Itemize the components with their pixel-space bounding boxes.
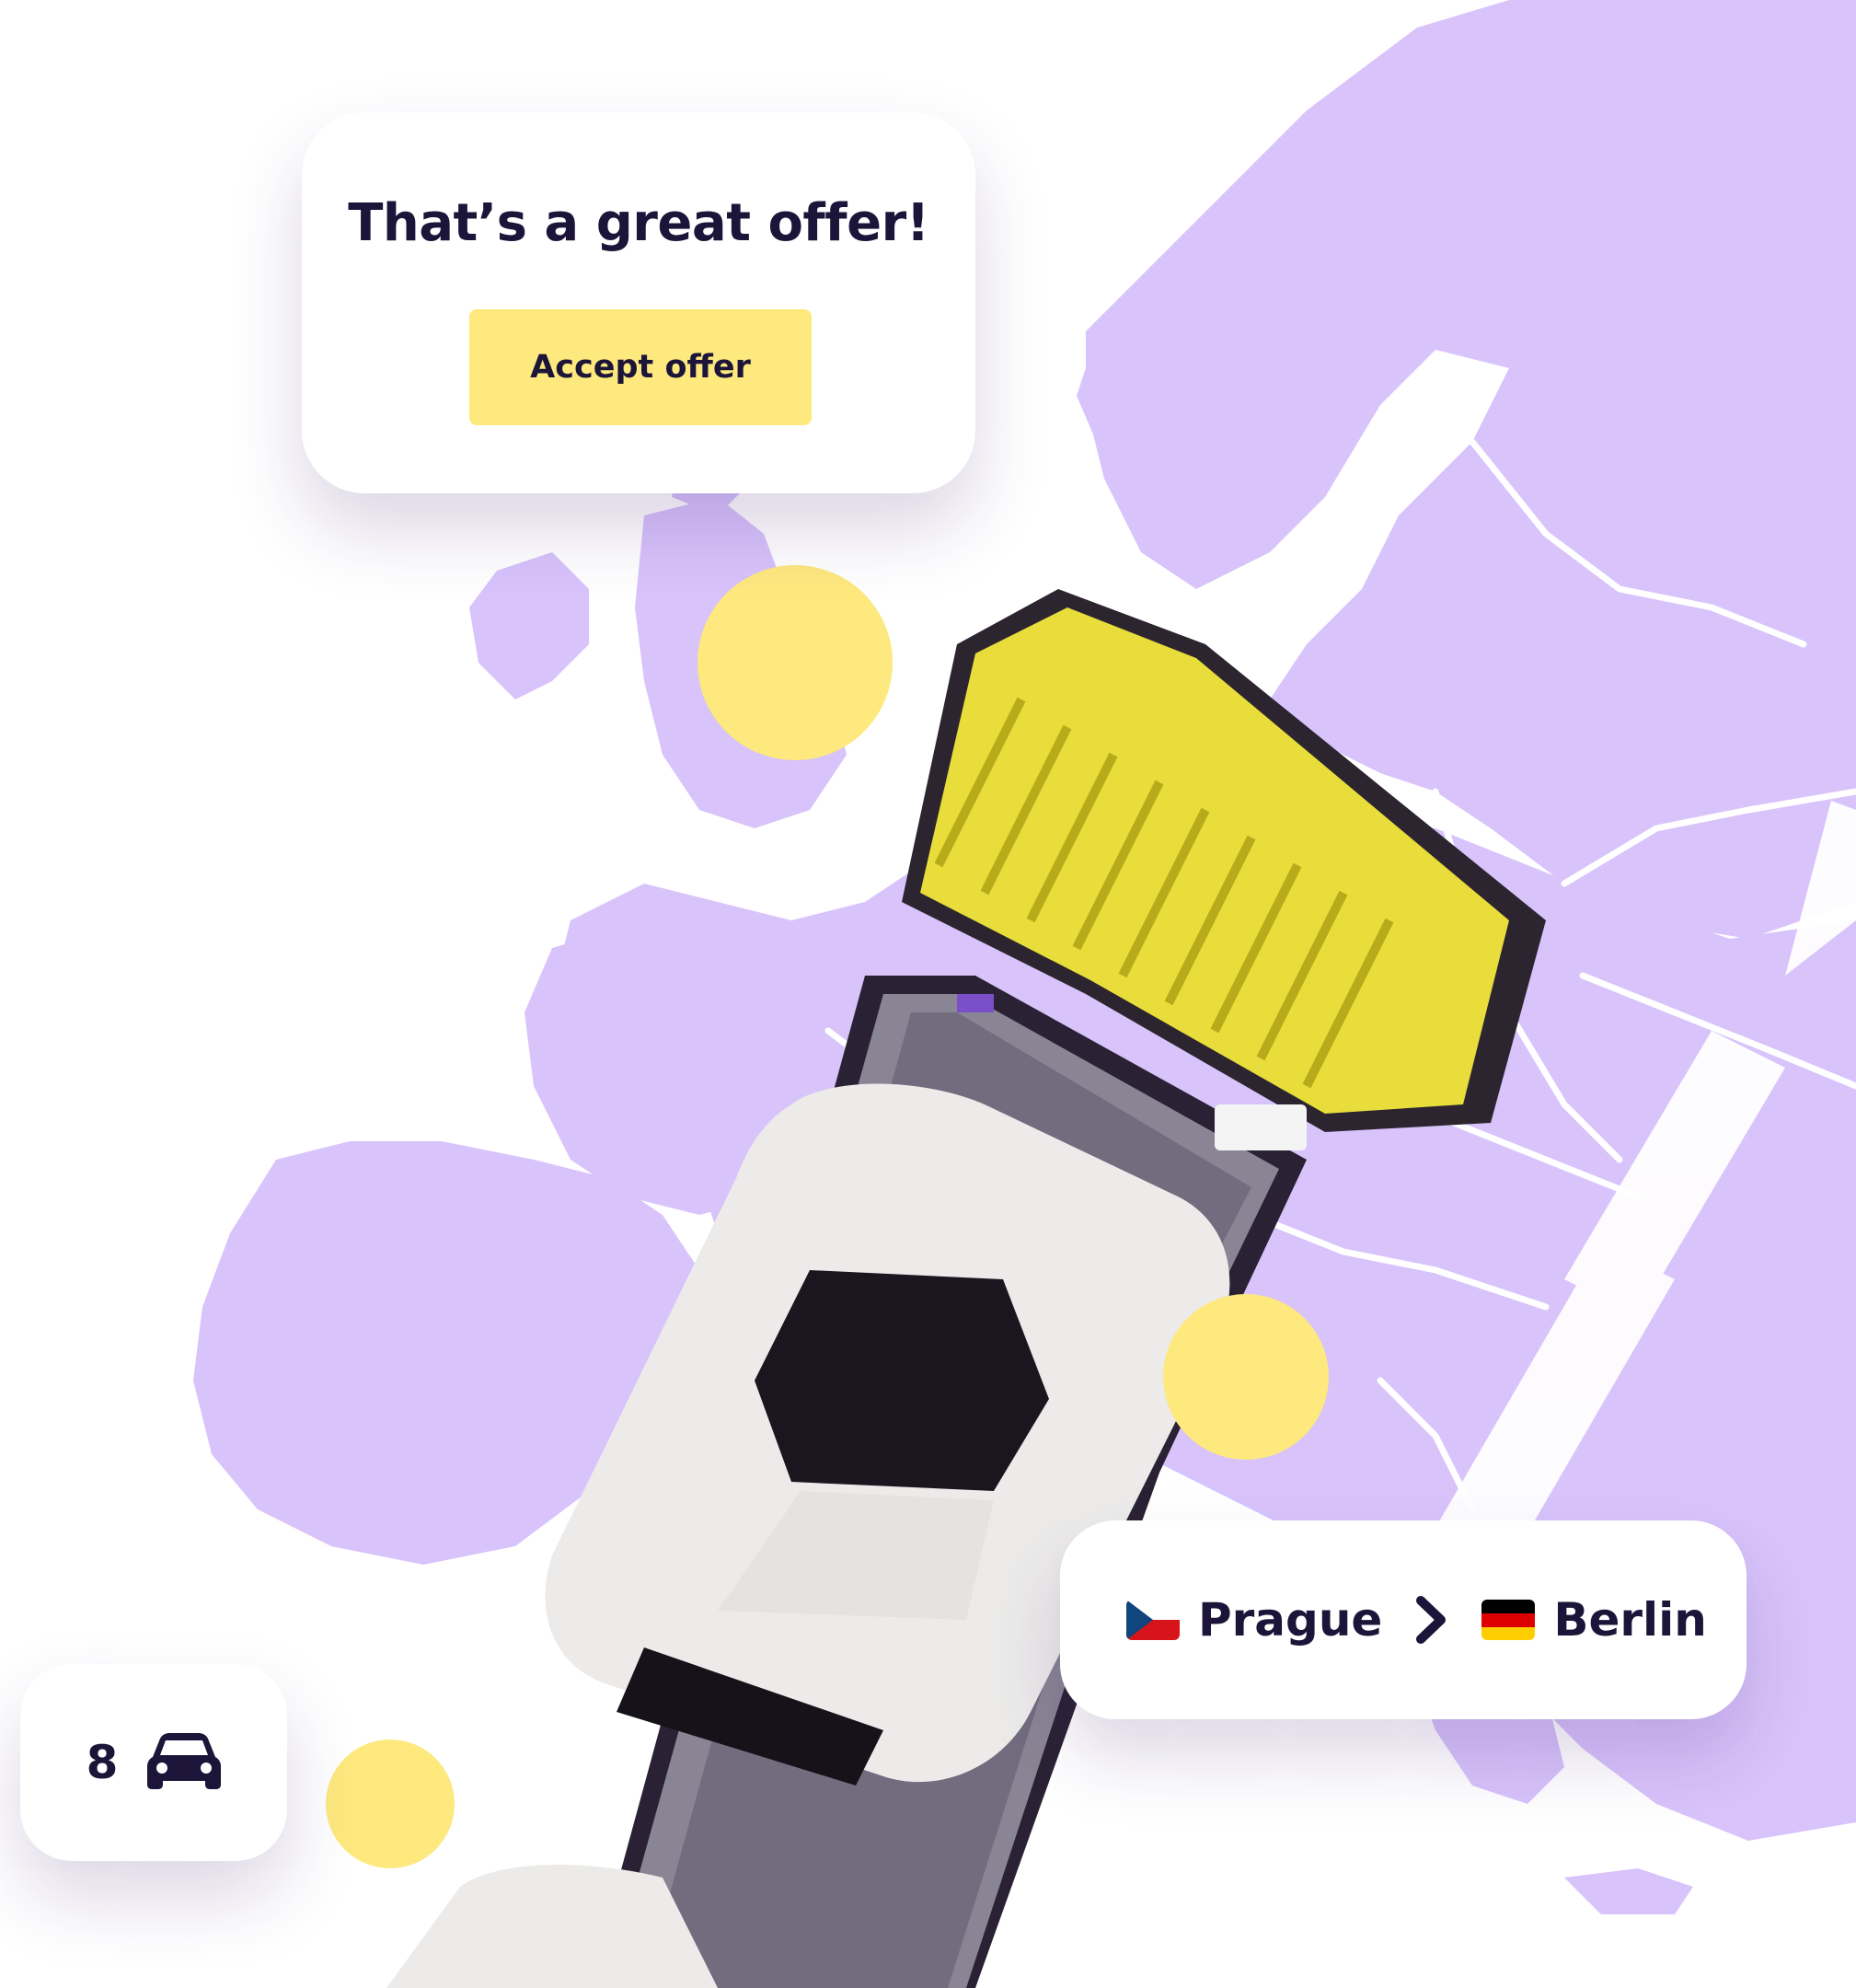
route-marker-dot	[1163, 1294, 1329, 1460]
origin-city: Prague	[1198, 1593, 1383, 1647]
car-icon	[147, 1731, 222, 1794]
vehicle-count-card: 8	[20, 1664, 287, 1861]
accept-offer-button[interactable]: Accept offer	[469, 309, 812, 425]
route-card: Prague Berlin	[1060, 1520, 1746, 1719]
offer-card: That’s a great offer! Accept offer	[302, 112, 975, 493]
route-marker-dot	[697, 565, 893, 760]
czech-flag-icon	[1126, 1600, 1180, 1640]
chevron-right-icon	[1413, 1595, 1450, 1645]
route-marker-dot	[326, 1740, 455, 1868]
vehicle-count: 8	[86, 1736, 119, 1789]
offer-title: That’s a great offer!	[348, 193, 929, 253]
destination-city: Berlin	[1553, 1593, 1707, 1647]
german-flag-icon	[1481, 1600, 1536, 1640]
